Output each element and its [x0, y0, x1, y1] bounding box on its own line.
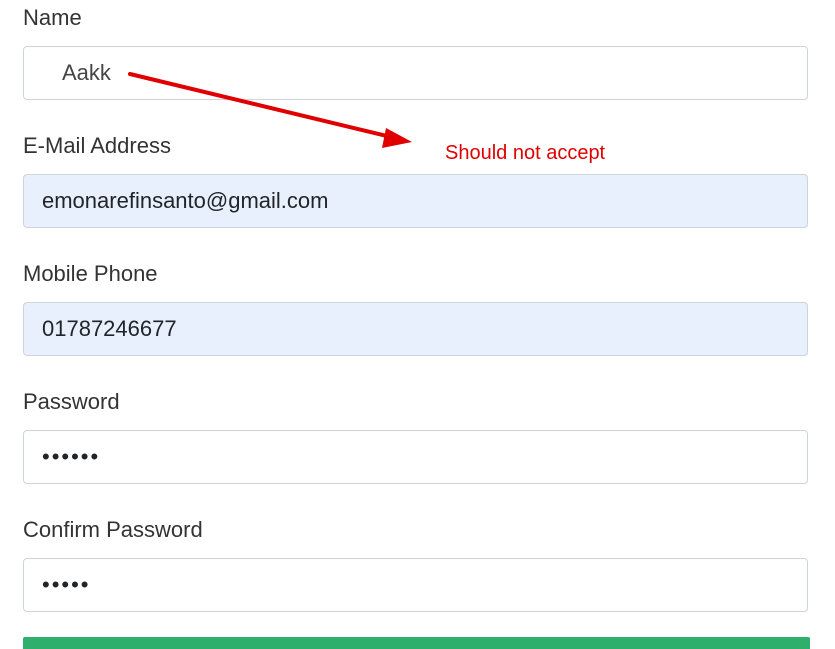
annotation-arrow	[128, 72, 412, 148]
annotation-text: Should not accept	[445, 142, 606, 164]
register-button[interactable]	[23, 637, 810, 649]
